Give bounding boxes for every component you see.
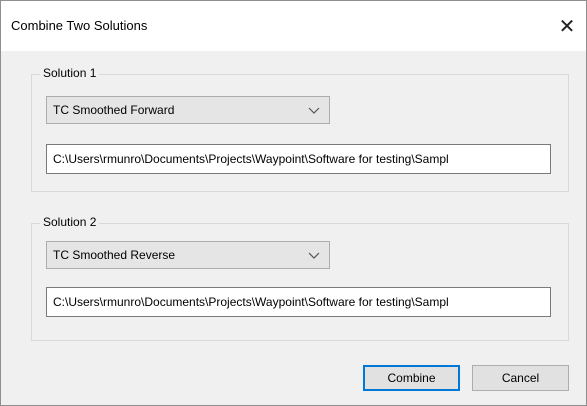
solution-2-selected: TC Smoothed Reverse bbox=[53, 248, 176, 262]
solution-1-path-field[interactable]: C:\Users\rmunro\Documents\Projects\Waypo… bbox=[46, 144, 551, 174]
solution-2-dropdown[interactable]: TC Smoothed Reverse bbox=[46, 241, 330, 269]
solution-2-group: Solution 2 TC Smoothed Reverse C:\Users\… bbox=[31, 215, 569, 341]
solution-2-path-field[interactable]: C:\Users\rmunro\Documents\Projects\Waypo… bbox=[46, 287, 551, 317]
solution-2-path: C:\Users\rmunro\Documents\Projects\Waypo… bbox=[53, 295, 449, 309]
combine-solutions-dialog: Combine Two Solutions ✕ Solution 1 TC Sm… bbox=[0, 0, 587, 406]
chevron-down-icon bbox=[308, 107, 320, 114]
window-title: Combine Two Solutions bbox=[11, 18, 148, 33]
title-bar: Combine Two Solutions ✕ bbox=[1, 1, 586, 51]
solution-1-dropdown[interactable]: TC Smoothed Forward bbox=[46, 96, 330, 124]
cancel-button[interactable]: Cancel bbox=[472, 365, 569, 391]
solution-1-path: C:\Users\rmunro\Documents\Projects\Waypo… bbox=[53, 152, 449, 166]
close-icon[interactable]: ✕ bbox=[552, 11, 582, 41]
solution-2-label: Solution 2 bbox=[40, 215, 100, 229]
solution-1-label: Solution 1 bbox=[40, 66, 100, 80]
combine-button[interactable]: Combine bbox=[363, 365, 460, 391]
solution-1-selected: TC Smoothed Forward bbox=[53, 103, 175, 117]
solution-1-group: Solution 1 TC Smoothed Forward C:\Users\… bbox=[31, 66, 569, 192]
chevron-down-icon bbox=[308, 252, 320, 259]
